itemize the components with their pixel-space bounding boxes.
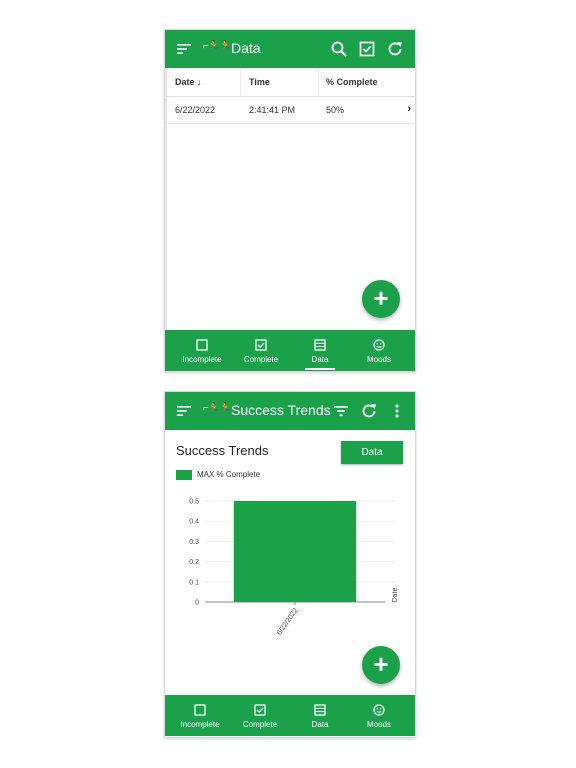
data-button[interactable]: Data <box>341 441 403 464</box>
app-bar: ⌐🏃🏃 Data <box>165 30 415 68</box>
bottom-navigation: Incomplete Complete Data Moods <box>165 330 415 371</box>
add-button[interactable]: + <box>362 280 400 318</box>
x-axis-title: Date <box>392 588 399 603</box>
square-icon <box>194 704 206 716</box>
x-tick-label: 6/22/2022 <box>276 607 300 637</box>
nav-data[interactable]: Data <box>289 330 351 371</box>
square-icon <box>196 339 208 351</box>
nav-incomplete[interactable]: Incomplete <box>169 695 231 736</box>
y-tick-label: 0.4 <box>189 519 199 526</box>
y-tick-label: 0.3 <box>189 539 199 546</box>
cell-date: 6/22/2022 <box>175 105 216 115</box>
selected-indicator <box>305 368 335 370</box>
smiley-icon <box>373 339 385 351</box>
checked-square-icon <box>255 339 267 351</box>
app-logo: ⌐🏃🏃 <box>203 403 232 414</box>
nav-label: Moods <box>366 355 391 364</box>
nav-complete[interactable]: Complete <box>230 330 292 371</box>
nav-moods[interactable]: Moods <box>348 330 410 371</box>
page-title: Data <box>231 40 261 56</box>
y-tick-label: 0.2 <box>189 559 199 566</box>
column-header-complete[interactable]: % Complete <box>326 77 378 87</box>
nav-label: Complete <box>243 355 279 364</box>
filter-icon[interactable] <box>332 402 350 420</box>
more-vert-icon[interactable] <box>388 402 406 420</box>
y-tick-label: 0 <box>195 600 199 607</box>
search-icon[interactable] <box>330 40 348 58</box>
table-header: Date ↓ Time % Complete <box>165 68 415 97</box>
nav-label: Incomplete <box>182 355 222 364</box>
success-trends-screen: ⌐🏃🏃 Success Trends Success Trends Data M… <box>164 391 416 738</box>
cell-complete: 50% <box>326 105 345 115</box>
table-icon <box>314 339 326 351</box>
column-divider <box>318 68 319 96</box>
chevron-right-icon[interactable]: › <box>407 103 411 115</box>
nav-label: Complete <box>242 720 278 729</box>
nav-complete[interactable]: Complete <box>229 695 291 736</box>
bottom-navigation: Incomplete Complete Data Moods <box>165 695 415 736</box>
column-divider <box>240 68 241 96</box>
nav-label: Incomplete <box>180 720 220 729</box>
menu-icon[interactable] <box>177 404 191 418</box>
nav-label: Data <box>311 355 329 364</box>
chart-title: Success Trends <box>176 443 269 458</box>
column-header-date[interactable]: Date ↓ <box>175 77 202 87</box>
smiley-icon <box>373 704 385 716</box>
refresh-icon[interactable] <box>386 40 404 58</box>
cell-time: 2:41:41 PM <box>249 105 296 115</box>
table-icon <box>314 704 326 716</box>
checked-square-icon <box>254 704 266 716</box>
nav-incomplete[interactable]: Incomplete <box>171 330 233 371</box>
app-bar: ⌐🏃🏃 Success Trends <box>165 392 415 430</box>
page-title: Success Trends <box>231 402 331 418</box>
app-logo: ⌐🏃🏃 <box>203 41 232 52</box>
menu-icon[interactable] <box>177 42 191 56</box>
y-tick-label: 0.5 <box>189 499 199 506</box>
table-row[interactable]: 6/22/2022 2:41:41 PM 50% › <box>165 97 415 124</box>
checkbox-icon[interactable] <box>358 40 376 58</box>
data-screen: ⌐🏃🏃 Data Date ↓ Time % Complete 6/22/202… <box>164 29 416 372</box>
nav-label: Moods <box>366 720 391 729</box>
add-button[interactable]: + <box>362 646 400 684</box>
legend-label: MAX % Complete <box>197 470 261 479</box>
bar <box>233 501 357 602</box>
nav-label: Data <box>311 720 329 729</box>
refresh-icon[interactable] <box>360 402 378 420</box>
nav-data[interactable]: Data <box>289 695 351 736</box>
y-tick-label: 0.1 <box>189 579 199 586</box>
column-header-time[interactable]: Time <box>249 77 270 87</box>
nav-moods[interactable]: Moods <box>348 695 410 736</box>
legend-swatch <box>176 470 192 480</box>
